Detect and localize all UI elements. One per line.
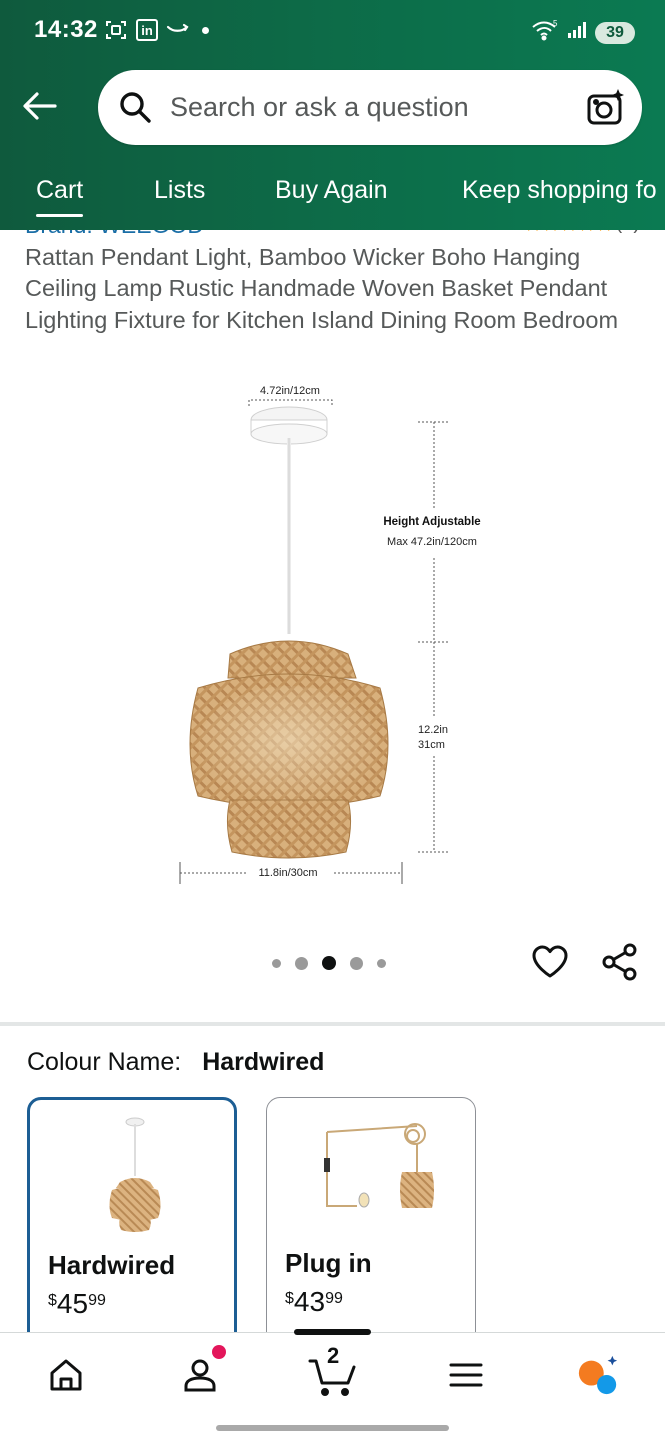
status-system-icons: 5 39 <box>531 18 635 47</box>
tab-keep-shopping[interactable]: Keep shopping fo <box>462 176 657 205</box>
colour-name-value: Hardwired <box>202 1048 325 1076</box>
signal-icon <box>567 20 589 45</box>
height-max-label: Max 47.2in/120cm <box>387 536 477 548</box>
price-whole: 43 <box>293 1286 326 1317</box>
price-currency: $ <box>48 1292 57 1309</box>
price-whole: 45 <box>56 1288 89 1319</box>
notification-dot-icon <box>202 26 209 34</box>
screenshot-icon <box>104 18 128 42</box>
search-input[interactable] <box>170 84 570 130</box>
rufus-icon <box>578 1355 618 1395</box>
heart-icon <box>532 945 568 978</box>
carousel-dot[interactable] <box>295 956 308 970</box>
shade-height-in-label: 12.2in <box>418 724 448 736</box>
wishlist-button[interactable] <box>530 942 570 982</box>
carousel-dot-active[interactable] <box>322 956 336 970</box>
notification-badge <box>212 1345 226 1359</box>
search-icon <box>120 92 151 123</box>
account-icon <box>184 1359 216 1392</box>
shade-height-cm-label: 31cm <box>418 739 445 751</box>
price-fraction: 99 <box>325 1290 343 1307</box>
active-tab-indicator <box>294 1329 371 1335</box>
nav-home[interactable] <box>44 1353 88 1397</box>
tab-buy-again[interactable]: Buy Again <box>275 176 388 205</box>
camera-search-icon[interactable] <box>586 87 626 127</box>
variant-thumbnail <box>109 1117 161 1232</box>
colour-name-row: Colour Name: Hardwired <box>27 1048 324 1077</box>
tab-lists[interactable]: Lists <box>154 176 205 205</box>
back-arrow-icon <box>23 92 57 120</box>
carousel-dot[interactable] <box>350 956 363 970</box>
image-carousel-dots[interactable] <box>272 956 386 970</box>
amazon-smile-icon <box>166 23 190 37</box>
variant-option-hardwired[interactable]: Hardwired $ 45 99 <box>27 1097 237 1357</box>
home-icon <box>50 1359 82 1391</box>
shade-width-label: 11.8in/30cm <box>258 867 317 879</box>
price-currency: $ <box>285 1290 294 1307</box>
product-title: Rattan Pendant Light, Bamboo Wicker Boho… <box>25 244 619 333</box>
section-divider <box>0 1022 665 1026</box>
svg-text:5: 5 <box>553 19 558 28</box>
nav-account[interactable] <box>178 1353 222 1397</box>
share-icon <box>602 943 637 981</box>
product-image[interactable]: 4.72in/12cm Height Adjustable Max 47.2in… <box>150 376 510 906</box>
wifi-icon: 5 <box>531 18 561 47</box>
variant-thumbnail <box>324 1123 434 1208</box>
app-header: 14:32 in 5 39 Search or ask a question C… <box>0 0 665 230</box>
variant-price: $ 43 99 <box>285 1286 343 1318</box>
variant-name: Plug in <box>285 1248 372 1278</box>
cart-count-badge: 2 <box>327 1343 340 1368</box>
status-notification-icons: in <box>104 18 209 42</box>
canopy-width-label: 4.72in/12cm <box>260 385 320 397</box>
status-time: 14:32 <box>34 16 98 43</box>
carousel-dot[interactable] <box>272 958 281 968</box>
linkedin-icon: in <box>136 19 158 41</box>
carousel-dot[interactable] <box>377 958 386 968</box>
colour-name-label: Colour Name: <box>27 1048 182 1076</box>
variant-price: $ 45 99 <box>48 1288 106 1320</box>
status-bar: 14:32 in 5 39 <box>0 0 665 62</box>
variant-name: Hardwired <box>48 1250 176 1280</box>
battery-indicator: 39 <box>595 21 635 44</box>
price-fraction: 99 <box>88 1292 106 1309</box>
system-home-indicator[interactable] <box>216 1425 449 1431</box>
variant-option-plug-in[interactable]: Plug in $ 43 99 <box>266 1097 476 1357</box>
nav-rufus[interactable] <box>576 1353 620 1397</box>
tab-cart[interactable]: Cart <box>36 176 84 217</box>
bottom-navigation: 2 <box>0 1329 665 1440</box>
height-adjustable-title: Height Adjustable <box>383 516 480 528</box>
menu-icon <box>449 1363 483 1387</box>
nav-menu[interactable] <box>444 1353 488 1397</box>
header-nav-tabs: Cart Lists Buy Again Keep shopping fo <box>0 168 665 220</box>
share-button[interactable] <box>600 942 640 982</box>
search-bar[interactable] <box>98 70 642 145</box>
back-button[interactable] <box>18 84 62 128</box>
